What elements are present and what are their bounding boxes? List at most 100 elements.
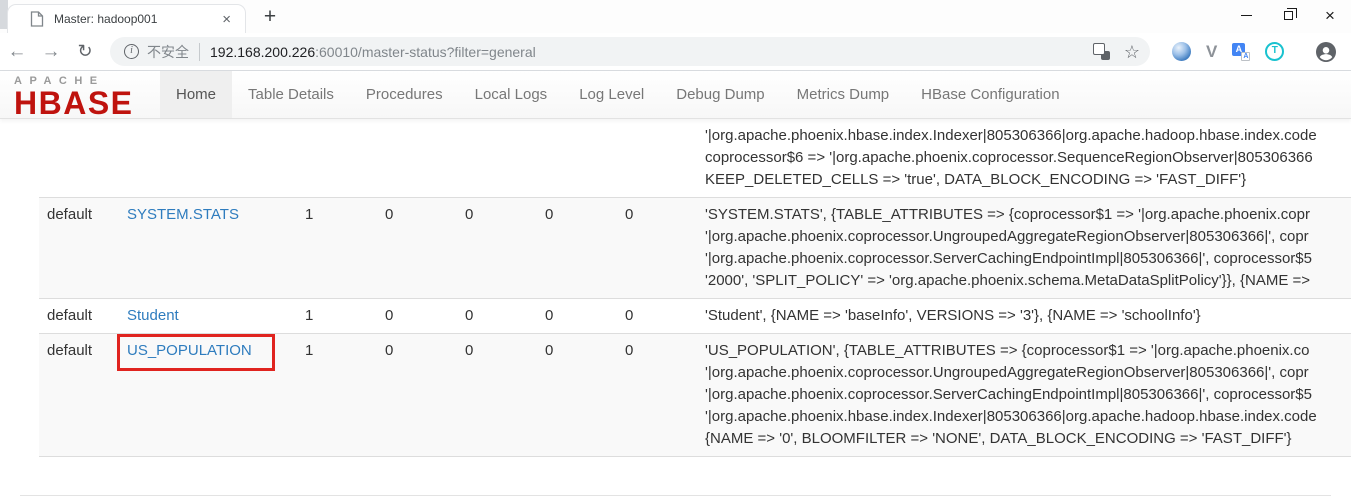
description-line: KEEP_DELETED_CELLS => 'true', DATA_BLOCK… (705, 169, 1343, 191)
description-line: '|org.apache.phoenix.coprocessor.ServerC… (705, 248, 1343, 270)
description-line: {NAME => '0', BLOOMFILTER => 'NONE', DAT… (705, 428, 1343, 450)
extension-icons: V A A T (1172, 42, 1284, 61)
nav-item-debug-dump[interactable]: Debug Dump (660, 71, 780, 118)
cell-value: 0 (377, 334, 457, 457)
tab-close-icon[interactable]: × (218, 11, 235, 28)
cell-namespace: default (39, 334, 119, 457)
hbase-navbar: APACHE HBASE Home Table Details Procedur… (0, 71, 1351, 119)
nav-item-hbase-configuration[interactable]: HBase Configuration (905, 71, 1075, 118)
nav-item-home[interactable]: Home (160, 71, 232, 118)
extension-translate-icon[interactable]: A A (1232, 43, 1250, 61)
cell-value: 0 (617, 334, 697, 457)
restore-button[interactable] (1267, 0, 1309, 30)
cell-value (457, 119, 537, 198)
cell-namespace: default (39, 299, 119, 334)
description-line: '|org.apache.phoenix.coprocessor.Ungroup… (705, 362, 1343, 384)
nav-item-metrics-dump[interactable]: Metrics Dump (781, 71, 906, 118)
cell-table-name (119, 119, 297, 198)
extension-sphere-icon[interactable] (1172, 42, 1191, 61)
cell-value (297, 119, 377, 198)
reload-button[interactable]: ↻ (68, 41, 102, 62)
cell-value: 0 (377, 299, 457, 334)
cell-description: 'Student', {NAME => 'baseInfo', VERSIONS… (697, 299, 1351, 334)
nav-item-table-details[interactable]: Table Details (232, 71, 350, 118)
cell-namespace (39, 119, 119, 198)
browser-window: Master: hadoop001 × + × ← → ↻ i 不安全 192.… (0, 0, 1351, 502)
cell-table-name: Student (119, 299, 297, 334)
minimize-icon (1241, 15, 1252, 16)
table-row: default US_POPULATION 1 0 0 0 0 'US_POPU… (39, 334, 1351, 457)
cell-value: 1 (297, 198, 377, 299)
restore-icon (1284, 11, 1293, 20)
tab-strip: Master: hadoop001 × + × (0, 0, 1351, 33)
cell-value: 0 (457, 334, 537, 457)
browser-tab[interactable]: Master: hadoop001 × (7, 4, 246, 33)
table-row: default SYSTEM.STATS 1 0 0 0 0 'SYSTEM.S… (39, 198, 1351, 299)
cell-namespace: default (39, 198, 119, 299)
logo-hbase-text: HBASE (14, 87, 160, 119)
cell-value: 1 (297, 334, 377, 457)
extension-t-icon[interactable]: T (1265, 42, 1284, 61)
cell-description: '|org.apache.phoenix.hbase.index.Indexer… (697, 119, 1351, 198)
cell-table-name: US_POPULATION (119, 334, 297, 457)
new-tab-button[interactable]: + (256, 3, 284, 31)
description-line: '|org.apache.phoenix.hbase.index.Indexer… (705, 406, 1343, 428)
omnibox-actions: ☆ (1093, 43, 1140, 61)
table-link-us-population[interactable]: US_POPULATION (127, 342, 252, 359)
tables-list: '|org.apache.phoenix.hbase.index.Indexer… (0, 119, 1351, 457)
cell-value: 0 (537, 198, 617, 299)
cell-value: 0 (537, 299, 617, 334)
security-label: 不安全 (147, 42, 189, 62)
bottom-divider (20, 495, 1331, 496)
cell-table-name: SYSTEM.STATS (119, 198, 297, 299)
bookmark-star-icon[interactable]: ☆ (1124, 43, 1140, 61)
site-info-icon[interactable]: i (124, 44, 139, 59)
cell-value (377, 119, 457, 198)
description-line: coprocessor$6 => '|org.apache.phoenix.co… (705, 147, 1343, 169)
page-favicon-icon (30, 11, 44, 27)
table-row: '|org.apache.phoenix.hbase.index.Indexer… (39, 119, 1351, 198)
cell-value: 0 (457, 299, 537, 334)
nav-menu: Home Table Details Procedures Local Logs… (160, 71, 1076, 118)
url-separator (199, 43, 200, 61)
cell-description: 'SYSTEM.STATS', {TABLE_ATTRIBUTES => {co… (697, 198, 1351, 299)
cell-description: 'US_POPULATION', {TABLE_ATTRIBUTES => {c… (697, 334, 1351, 457)
cell-value: 0 (537, 334, 617, 457)
translate-icon[interactable] (1093, 43, 1110, 60)
url-text: 192.168.200.226:60010/master-status?filt… (210, 44, 1085, 60)
tab-title: Master: hadoop001 (54, 12, 218, 26)
address-bar[interactable]: i 不安全 192.168.200.226:60010/master-statu… (110, 37, 1150, 66)
window-controls: × (1225, 0, 1351, 30)
url-path: :60010/master-status?filter=general (315, 44, 536, 60)
nav-item-procedures[interactable]: Procedures (350, 71, 459, 118)
description-line: 'US_POPULATION', {TABLE_ATTRIBUTES => {c… (705, 340, 1343, 362)
description-line: '|org.apache.phoenix.coprocessor.ServerC… (705, 384, 1343, 406)
table-row: default Student 1 0 0 0 0 'Student', {NA… (39, 299, 1351, 334)
description-line: '2000', 'SPLIT_POLICY' => 'org.apache.ph… (705, 270, 1343, 292)
cell-value (617, 119, 697, 198)
extension-v-icon[interactable]: V (1206, 43, 1217, 60)
forward-button[interactable]: → (34, 41, 68, 63)
cell-value: 0 (377, 198, 457, 299)
close-button[interactable]: × (1309, 0, 1351, 30)
table-link-student[interactable]: Student (127, 307, 179, 324)
cell-value: 0 (617, 299, 697, 334)
description-line: 'SYSTEM.STATS', {TABLE_ATTRIBUTES => {co… (705, 204, 1343, 226)
nav-item-log-level[interactable]: Log Level (563, 71, 660, 118)
user-tables-table: '|org.apache.phoenix.hbase.index.Indexer… (39, 119, 1351, 457)
cell-value: 1 (297, 299, 377, 334)
cell-value: 0 (617, 198, 697, 299)
close-icon: × (1325, 7, 1335, 24)
hbase-logo[interactable]: APACHE HBASE (0, 71, 160, 118)
minimize-button[interactable] (1225, 0, 1267, 30)
description-line: '|org.apache.phoenix.coprocessor.Ungroup… (705, 226, 1343, 248)
browser-toolbar: ← → ↻ i 不安全 192.168.200.226:60010/master… (0, 33, 1351, 71)
profile-avatar-icon[interactable] (1314, 40, 1338, 64)
cell-value: 0 (457, 198, 537, 299)
cell-value (537, 119, 617, 198)
back-button[interactable]: ← (0, 41, 34, 63)
nav-item-local-logs[interactable]: Local Logs (459, 71, 564, 118)
table-link-system-stats[interactable]: SYSTEM.STATS (127, 206, 239, 223)
url-host: 192.168.200.226 (210, 44, 315, 60)
description-line: 'Student', {NAME => 'baseInfo', VERSIONS… (705, 305, 1343, 327)
